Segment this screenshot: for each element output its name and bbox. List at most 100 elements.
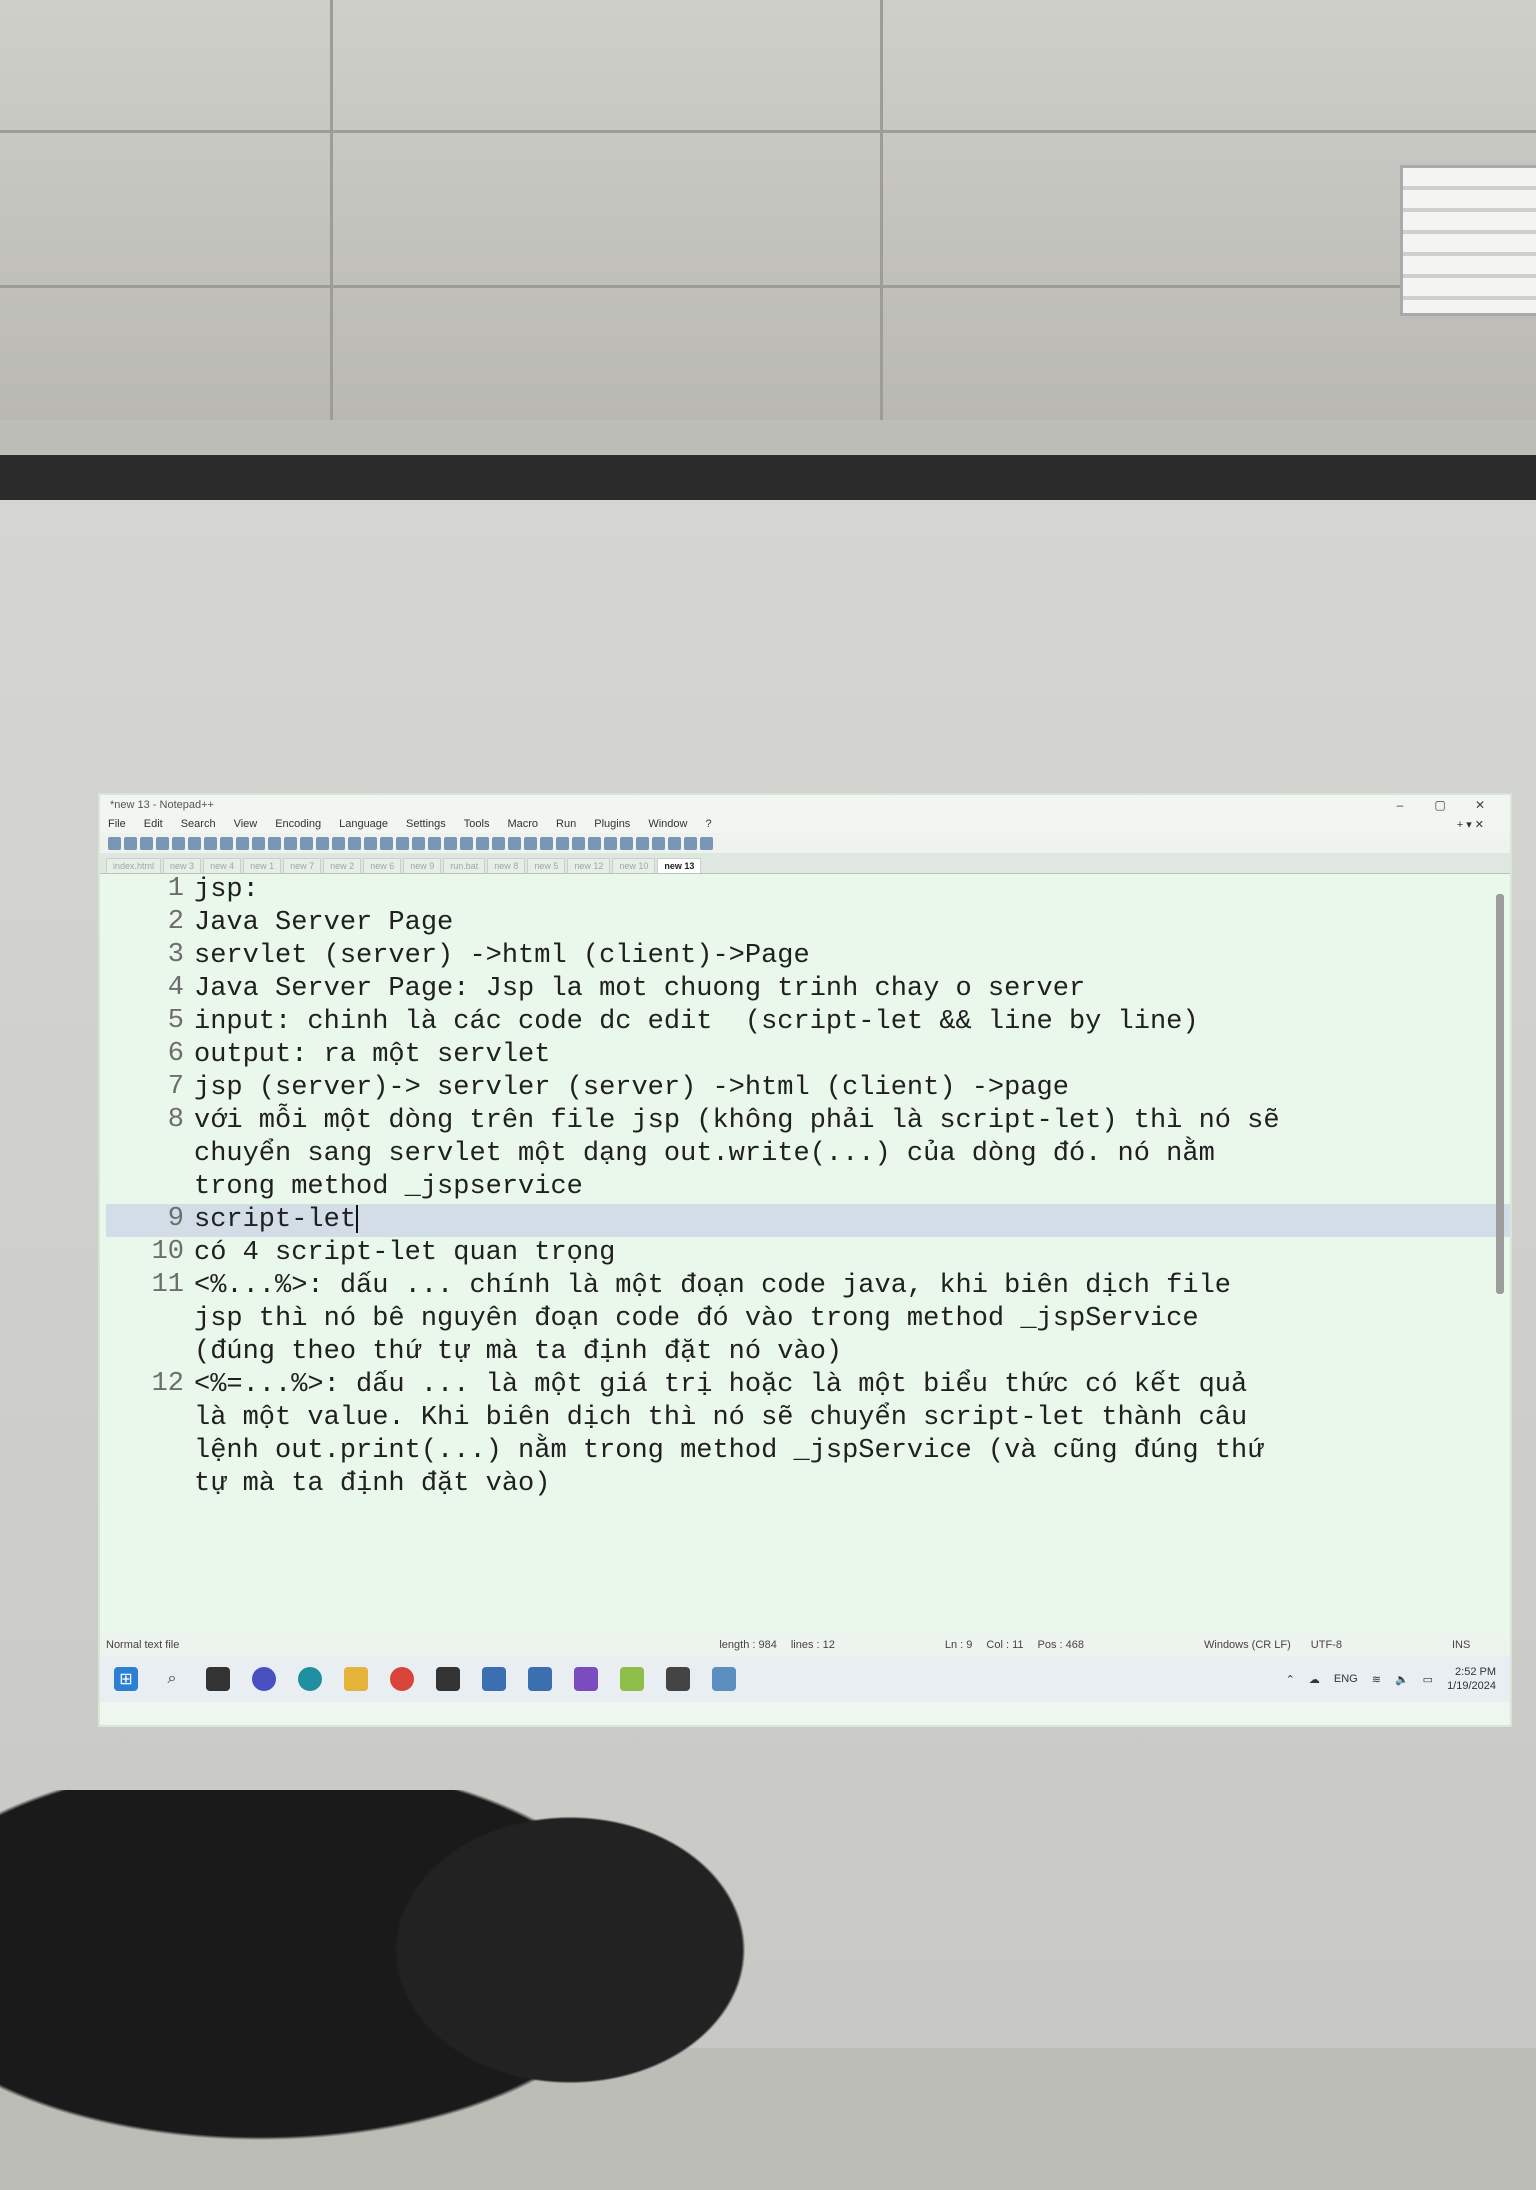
vertical-scrollbar[interactable] xyxy=(1496,894,1504,1294)
toolbar-button-icon[interactable] xyxy=(108,836,121,850)
code-line[interactable]: 11 <%...%>: dấu ... chính là một đoạn cod… xyxy=(106,1270,1510,1369)
tab-new-6[interactable]: new 6 xyxy=(363,858,402,873)
menu-edit[interactable]: Edit xyxy=(144,818,163,830)
line-text[interactable]: Java Server Page xyxy=(194,907,453,940)
edge-icon[interactable] xyxy=(298,1667,322,1691)
toolbar-button-icon[interactable] xyxy=(476,836,489,850)
file-explorer-icon[interactable] xyxy=(344,1667,368,1691)
toolbar-button-icon[interactable] xyxy=(588,836,601,850)
clock[interactable]: 2:52 PM 1/19/2024 xyxy=(1447,1665,1496,1693)
toolbar-button-icon[interactable] xyxy=(460,836,473,850)
chrome-icon[interactable] xyxy=(390,1667,414,1691)
cloud-icon[interactable]: ☁ xyxy=(1309,1673,1320,1686)
tab-new-4[interactable]: new 4 xyxy=(203,858,242,873)
line-text[interactable]: output: ra một servlet xyxy=(194,1039,550,1072)
minimize-button[interactable]: – xyxy=(1380,798,1420,812)
tab-new-1[interactable]: new 1 xyxy=(243,858,282,873)
toolbar-button-icon[interactable] xyxy=(508,836,521,850)
toolbar-button-icon[interactable] xyxy=(156,836,169,850)
toolbar-button-icon[interactable] xyxy=(316,836,329,850)
toolbar-button-icon[interactable] xyxy=(284,836,297,850)
search-icon[interactable]: ⌕ xyxy=(160,1667,184,1691)
code-line[interactable]: 7 jsp (server)-> servler (server) ->html … xyxy=(106,1072,1510,1105)
menu-encoding[interactable]: Encoding xyxy=(275,818,321,830)
menu-view[interactable]: View xyxy=(234,818,258,830)
code-lines[interactable]: 1 jsp: 2 Java Server Page 3 servlet (server) … xyxy=(100,874,1510,1634)
toolbar-button-icon[interactable] xyxy=(252,836,265,850)
line-text[interactable]: <%...%>: dấu ... chính là một đoạn code … xyxy=(194,1270,1231,1369)
toolbar-button-icon[interactable] xyxy=(684,836,697,850)
toolbar-button-icon[interactable] xyxy=(540,836,553,850)
tab-run-bat[interactable]: run.bat xyxy=(443,858,486,873)
tab-new-3[interactable]: new 3 xyxy=(163,858,202,873)
menu-window[interactable]: Window xyxy=(648,818,687,830)
toolbar-button-icon[interactable] xyxy=(412,836,425,850)
code-line[interactable]: 8 với mỗi một dòng trên file jsp (không p… xyxy=(106,1105,1510,1204)
code-line[interactable]: 1 jsp: xyxy=(106,874,1510,907)
language-indicator[interactable]: ENG xyxy=(1334,1673,1358,1685)
wifi-icon[interactable]: ≋ xyxy=(1372,1673,1381,1686)
line-text[interactable]: Java Server Page: Jsp la mot chuong trin… xyxy=(194,973,1085,1006)
toolbar-button-icon[interactable] xyxy=(620,836,633,850)
code-line[interactable]: 2 Java Server Page xyxy=(106,907,1510,940)
menu-plugins[interactable]: Plugins xyxy=(594,818,630,830)
line-text[interactable]: có 4 script-let quan trọng xyxy=(194,1237,615,1270)
line-text[interactable]: jsp (server)-> servler (server) ->html (… xyxy=(194,1072,1069,1105)
line-text[interactable]: servlet (server) ->html (client)->Page xyxy=(194,940,810,973)
tab-new-8[interactable]: new 8 xyxy=(487,858,526,873)
code-line[interactable]: 9 script-let xyxy=(106,1204,1510,1237)
toolbar-button-icon[interactable] xyxy=(652,836,665,850)
tab-new-9[interactable]: new 9 xyxy=(403,858,442,873)
menu-right-controls[interactable]: + ▾ ✕ xyxy=(1457,818,1484,831)
start-icon[interactable]: ⊞ xyxy=(114,1667,138,1691)
toolbar-button-icon[interactable] xyxy=(396,836,409,850)
toolbar-button-icon[interactable] xyxy=(172,836,185,850)
toolbar-button-icon[interactable] xyxy=(124,836,137,850)
menu-run[interactable]: Run xyxy=(556,818,576,830)
toolbar-button-icon[interactable] xyxy=(300,836,313,850)
code-line[interactable]: 10 có 4 script-let quan trọng xyxy=(106,1237,1510,1270)
toolbar-button-icon[interactable] xyxy=(668,836,681,850)
maximize-button[interactable]: ▢ xyxy=(1420,798,1460,812)
battery-icon[interactable]: ▭ xyxy=(1423,1673,1433,1686)
menu-language[interactable]: Language xyxy=(339,818,388,830)
toolbar-button-icon[interactable] xyxy=(444,836,457,850)
menu-search[interactable]: Search xyxy=(181,818,216,830)
toolbar-button-icon[interactable] xyxy=(604,836,617,850)
toolbar-button-icon[interactable] xyxy=(220,836,233,850)
toolbar-button-icon[interactable] xyxy=(428,836,441,850)
tab-new-2[interactable]: new 2 xyxy=(323,858,362,873)
visual-studio-icon[interactable] xyxy=(574,1667,598,1691)
code-line[interactable]: 12 <%=...%>: dấu ... là một giá trị hoặc … xyxy=(106,1369,1510,1501)
toolbar-button-icon[interactable] xyxy=(140,836,153,850)
toolbar-button-icon[interactable] xyxy=(188,836,201,850)
menu-file[interactable]: File xyxy=(108,818,126,830)
close-button[interactable]: ✕ xyxy=(1460,798,1500,812)
toolbar-button-icon[interactable] xyxy=(268,836,281,850)
tab-new-13[interactable]: new 13 xyxy=(657,858,702,873)
toolbar-button-icon[interactable] xyxy=(236,836,249,850)
code-line[interactable]: 4 Java Server Page: Jsp la mot chuong tri… xyxy=(106,973,1510,1006)
toolbar-button-icon[interactable] xyxy=(636,836,649,850)
menu-help[interactable]: ? xyxy=(705,818,711,830)
toolbar-button-icon[interactable] xyxy=(700,836,713,850)
code-line[interactable]: 3 servlet (server) ->html (client)->Page xyxy=(106,940,1510,973)
line-text[interactable]: jsp: xyxy=(194,874,259,907)
app-icon[interactable] xyxy=(528,1667,552,1691)
task-view-icon[interactable] xyxy=(206,1667,230,1691)
toolbar-button-icon[interactable] xyxy=(204,836,217,850)
menu-settings[interactable]: Settings xyxy=(406,818,446,830)
line-text[interactable]: input: chinh là các code dc edit (script… xyxy=(194,1006,1199,1039)
chat-icon[interactable] xyxy=(252,1667,276,1691)
toolbar-button-icon[interactable] xyxy=(492,836,505,850)
toolbar-button-icon[interactable] xyxy=(572,836,585,850)
menu-macro[interactable]: Macro xyxy=(507,818,538,830)
editor-area[interactable]: 1 jsp: 2 Java Server Page 3 servlet (server) … xyxy=(100,874,1510,1634)
line-text[interactable]: <%=...%>: dấu ... là một giá trị hoặc là… xyxy=(194,1369,1263,1501)
tab-new-7[interactable]: new 7 xyxy=(283,858,322,873)
line-text[interactable]: script-let xyxy=(194,1204,359,1237)
tab-new-10[interactable]: new 10 xyxy=(612,858,656,873)
toolbar-button-icon[interactable] xyxy=(364,836,377,850)
code-line[interactable]: 5 input: chinh là các code dc edit (scrip… xyxy=(106,1006,1510,1039)
app-icon[interactable] xyxy=(666,1667,690,1691)
